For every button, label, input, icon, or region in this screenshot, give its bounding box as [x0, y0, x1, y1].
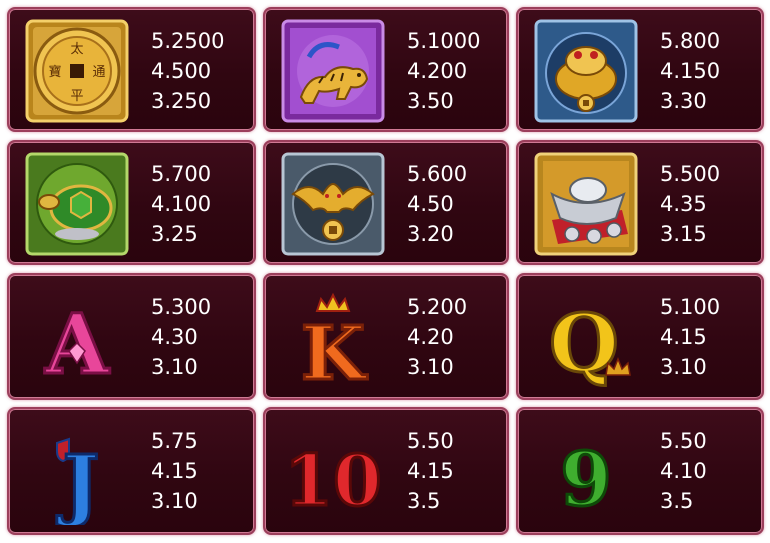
pay-4: 4.20 — [407, 325, 454, 349]
pay-5: 5.100 — [660, 295, 721, 319]
pay-4: 4.15 — [407, 459, 454, 483]
pay-5: 5.700 — [151, 162, 212, 186]
paytable-card-letter-k: K 5.200 4.20 3.10 — [263, 273, 509, 400]
pay-4: 4.30 — [151, 325, 198, 349]
pay-3: 3.250 — [151, 89, 212, 113]
pay-3: 3.5 — [660, 489, 694, 513]
pay-3: 3.10 — [660, 355, 707, 379]
pay-4: 4.100 — [151, 192, 212, 216]
pay-5: 5.600 — [407, 162, 468, 186]
pay-5: 5.300 — [151, 295, 212, 319]
pay-values: 5.200 4.20 3.10 — [407, 292, 467, 382]
pay-values: 5.800 4.150 3.30 — [660, 26, 720, 116]
pay-values: 5.600 4.50 3.20 — [407, 159, 467, 249]
bat-coin-icon — [279, 150, 387, 258]
pay-3: 3.50 — [407, 89, 454, 113]
pay-3: 3.25 — [151, 222, 198, 246]
paytable-card-letter-a: A 5.300 4.30 3.10 — [7, 273, 256, 400]
pay-4: 4.200 — [407, 59, 468, 83]
paytable-card-gold-coin: 太 通 平 寶 5.2500 4.500 3.250 — [7, 7, 256, 132]
pay-3: 3.10 — [151, 355, 198, 379]
coin-char-top: 太 — [70, 42, 83, 57]
coin-char-bottom: 平 — [70, 89, 83, 104]
paytable-card-turtle: 5.700 4.100 3.25 — [7, 140, 256, 265]
paytable-card-number-9: 9 5.50 4.10 3.5 — [516, 407, 764, 535]
pay-5: 5.50 — [407, 429, 454, 453]
pay-values: 5.500 4.35 3.15 — [660, 159, 720, 249]
letter-k-glyph: K — [301, 311, 368, 391]
gold-coin-icon: 太 通 平 寶 — [23, 17, 131, 125]
letter-k-icon: K — [279, 283, 387, 391]
pay-values: 5.100 4.15 3.10 — [660, 292, 720, 382]
pay-4: 4.500 — [151, 59, 212, 83]
silver-ingot-icon — [532, 150, 640, 258]
paytable-card-tiger: 5.1000 4.200 3.50 — [263, 7, 509, 132]
paytable-card-silver-ingot: 5.500 4.35 3.15 — [516, 140, 764, 265]
pay-values: 5.2500 4.500 3.250 — [151, 26, 224, 116]
pay-3: 3.15 — [660, 222, 707, 246]
pay-values: 5.300 4.30 3.10 — [151, 292, 211, 382]
pay-5: 5.200 — [407, 295, 468, 319]
number-9-icon: 9 — [532, 417, 640, 525]
pay-3: 3.10 — [151, 489, 198, 513]
tiger-icon — [279, 17, 387, 125]
letter-a-icon: A — [23, 283, 131, 392]
pay-values: 5.50 4.10 3.5 — [660, 426, 707, 516]
pay-4: 4.15 — [660, 325, 707, 349]
pay-4: 4.35 — [660, 192, 707, 216]
pay-4: 4.50 — [407, 192, 454, 216]
number-9-glyph: 9 — [560, 437, 612, 523]
letter-j-glyph: J — [57, 439, 100, 525]
number-10-glyph: 10 — [284, 439, 381, 522]
paytable-grid: 太 通 平 寶 5.2500 4.500 3.250 5.1000 4.200 … — [0, 0, 770, 543]
pay-5: 5.500 — [660, 162, 721, 186]
pay-5: 5.2500 — [151, 29, 225, 53]
pay-3: 3.5 — [407, 489, 441, 513]
pay-values: 5.75 4.15 3.10 — [151, 426, 198, 516]
pay-4: 4.150 — [660, 59, 721, 83]
pay-5: 5.50 — [660, 429, 707, 453]
pay-3: 3.30 — [660, 89, 707, 113]
pay-3: 3.10 — [407, 355, 454, 379]
pay-values: 5.700 4.100 3.25 — [151, 159, 211, 249]
paytable-card-golden-toad: 5.800 4.150 3.30 — [516, 7, 764, 132]
pay-values: 5.50 4.15 3.5 — [407, 426, 454, 516]
turtle-icon — [23, 150, 131, 258]
coin-char-right: 通 — [92, 65, 105, 80]
letter-q-glyph: Q — [549, 296, 619, 390]
paytable-card-number-10: 10 5.50 4.15 3.5 — [263, 407, 509, 535]
number-10-icon: 10 — [279, 417, 387, 525]
pay-5: 5.1000 — [407, 29, 481, 53]
paytable-card-letter-q: Q 5.100 4.15 3.10 — [516, 273, 764, 400]
letter-j-icon: J — [23, 417, 131, 526]
pay-5: 5.800 — [660, 29, 721, 53]
pay-4: 4.15 — [151, 459, 198, 483]
pay-4: 4.10 — [660, 459, 707, 483]
pay-values: 5.1000 4.200 3.50 — [407, 26, 480, 116]
letter-q-icon: Q — [532, 283, 640, 391]
paytable-card-letter-j: J 5.75 4.15 3.10 — [7, 407, 256, 535]
coin-char-left: 寶 — [48, 64, 61, 80]
paytable-card-bat-coin: 5.600 4.50 3.20 — [263, 140, 509, 265]
golden-toad-icon — [532, 17, 640, 125]
pay-3: 3.20 — [407, 222, 454, 246]
pay-5: 5.75 — [151, 429, 198, 453]
